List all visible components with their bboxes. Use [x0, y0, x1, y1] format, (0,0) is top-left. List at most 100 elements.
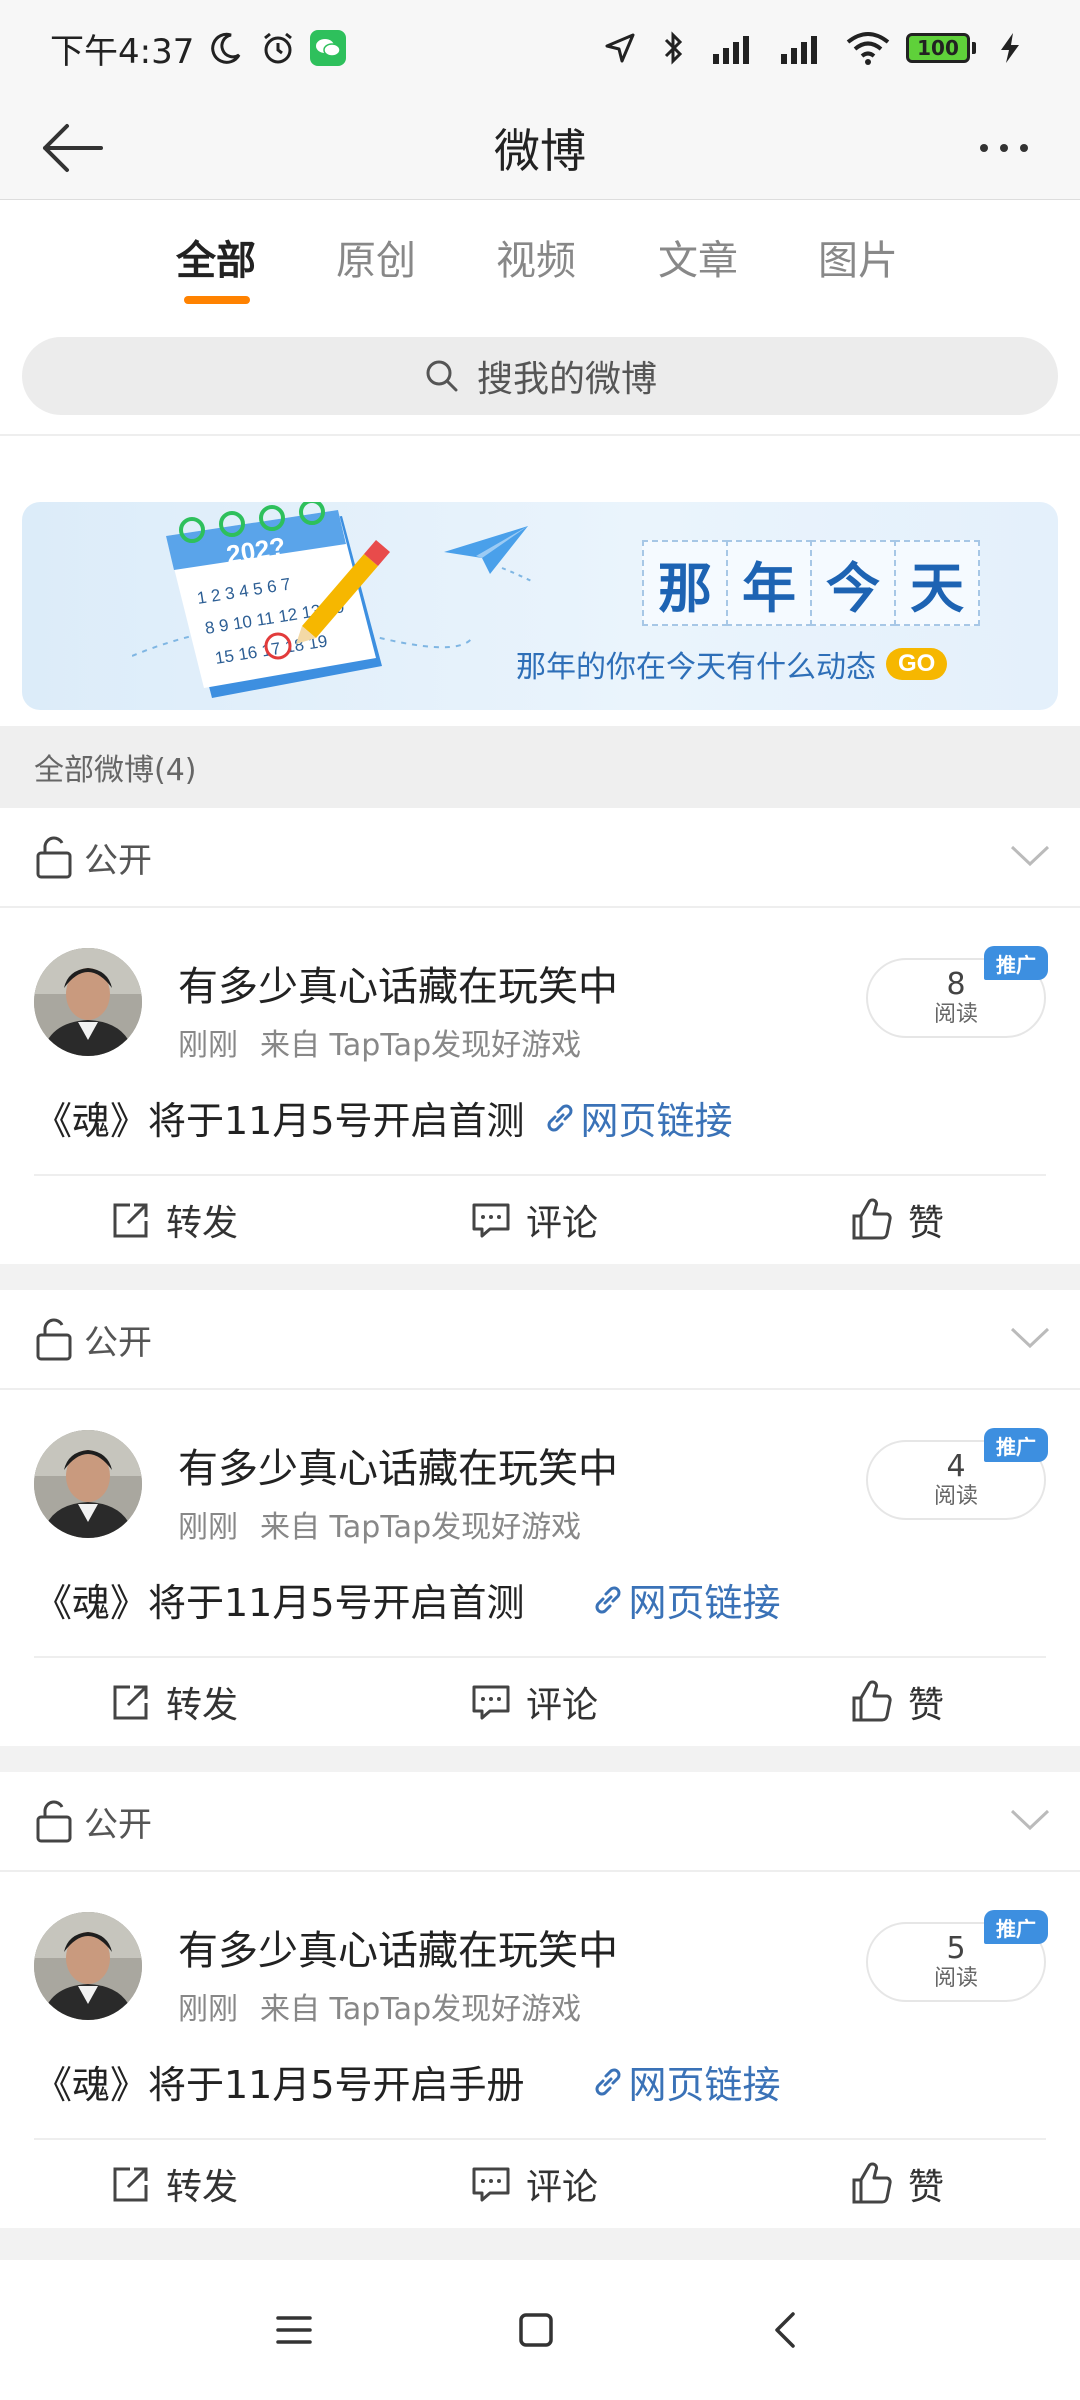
paper-plane-icon: [444, 526, 532, 582]
post-meta: 刚刚 来自 TapTap发现好游戏: [178, 1992, 582, 2027]
location-icon: [600, 28, 640, 68]
banner-subtitle: 那年的你在今天有什么动态 GO: [516, 642, 948, 686]
visibility-label: 公开: [84, 840, 152, 881]
status-bar: 下午4:37 100: [0, 0, 1080, 96]
web-link[interactable]: 网页链接: [543, 1090, 733, 1145]
tab-photo[interactable]: 图片: [818, 228, 898, 286]
battery-icon: 100: [906, 33, 976, 63]
search-input[interactable]: 搜我的微博: [22, 337, 1058, 415]
app-header: 微博: [0, 96, 1080, 200]
visibility-label: 公开: [84, 1322, 152, 1363]
visibility-row[interactable]: 公开: [0, 1772, 1080, 1872]
visibility-row[interactable]: 公开: [0, 1290, 1080, 1390]
signal-icon: [708, 28, 762, 68]
avatar[interactable]: [34, 1430, 142, 1538]
link-icon: [547, 1104, 573, 1131]
post-content: 《魂》将于11月5号开启首测 网页链接: [34, 1572, 781, 1627]
signal-icon: [776, 28, 830, 68]
page-title: 微博: [494, 123, 586, 178]
post-username[interactable]: 有多少真心话藏在玩笑中: [178, 1436, 618, 1494]
promote-badge[interactable]: 推广: [984, 1910, 1048, 1944]
home-button[interactable]: [506, 2300, 566, 2360]
post-content: 《魂》将于11月5号开启手册 网页链接: [34, 2054, 781, 2109]
more-button[interactable]: [964, 118, 1044, 178]
back-nav-button[interactable]: [756, 2300, 816, 2360]
post-card: 公开 有多少真心话藏在玩笑中 刚刚 来自 TapTap发现好游戏 4 阅读 推广 …: [0, 1290, 1080, 1746]
post-card: 公开 有多少真心话藏在玩笑中 刚刚 来自 TapTap发现好游戏 8 阅读 推广 …: [0, 808, 1080, 1264]
repost-button[interactable]: 转发: [110, 1676, 238, 1728]
system-nav-bar: [0, 2260, 1080, 2400]
post-actions: 转发 评论 赞: [34, 2138, 1046, 2228]
lock-icon: [36, 1318, 72, 1361]
post-username[interactable]: 有多少真心话藏在玩笑中: [178, 1918, 618, 1976]
search-section: 搜我的微博: [0, 310, 1080, 436]
tab-article[interactable]: 文章: [658, 228, 738, 286]
back-arrow-icon: [43, 124, 103, 172]
comment-button[interactable]: 评论: [470, 1676, 598, 1728]
like-icon: [852, 1680, 892, 1722]
on-this-day-banner[interactable]: 202? 1 2 3 4 5 6 7 8 9 10 11 12 13 20 15…: [22, 502, 1058, 710]
menu-icon: [276, 2316, 312, 2344]
post-actions: 转发 评论 赞: [34, 1656, 1046, 1746]
repost-icon: [113, 1203, 148, 1238]
search-placeholder: 搜我的微博: [476, 359, 657, 400]
comment-icon: [472, 1203, 510, 1238]
back-icon: [775, 2312, 795, 2348]
web-link[interactable]: 网页链接: [591, 2054, 781, 2109]
chevron-down-icon[interactable]: [1010, 1808, 1050, 1832]
avatar[interactable]: [34, 1912, 142, 2020]
like-button[interactable]: 赞: [850, 1676, 944, 1728]
lock-icon: [36, 1800, 72, 1843]
status-time: 下午4:37: [50, 31, 195, 72]
tab-original[interactable]: 原创: [336, 228, 416, 286]
like-icon: [852, 1198, 892, 1240]
more-icon: [980, 144, 988, 152]
promote-badge[interactable]: 推广: [984, 1428, 1048, 1462]
home-icon: [519, 2313, 553, 2347]
visibility-label: 公开: [84, 1804, 152, 1845]
moon-icon: [206, 28, 246, 68]
chevron-down-icon[interactable]: [1010, 844, 1050, 868]
repost-button[interactable]: 转发: [110, 1194, 238, 1246]
alarm-icon: [258, 28, 298, 68]
like-icon: [852, 2162, 892, 2204]
promote-badge[interactable]: 推广: [984, 946, 1048, 980]
wifi-icon: [844, 28, 892, 68]
post-card: 公开 有多少真心话藏在玩笑中 刚刚 来自 TapTap发现好游戏 5 阅读 推广 …: [0, 1772, 1080, 2228]
comment-button[interactable]: 评论: [470, 1194, 598, 1246]
wechat-icon: [310, 30, 347, 66]
search-icon: [426, 360, 458, 392]
calendar-illustration: 202? 1 2 3 4 5 6 7 8 9 10 11 12 13 20 15…: [132, 502, 472, 698]
go-badge[interactable]: GO: [886, 648, 948, 680]
tab-all[interactable]: 全部: [176, 228, 256, 286]
web-link[interactable]: 网页链接: [591, 1572, 781, 1627]
tab-video[interactable]: 视频: [496, 228, 576, 286]
repost-button[interactable]: 转发: [110, 2158, 238, 2210]
banner-section: 202? 1 2 3 4 5 6 7 8 9 10 11 12 13 20 15…: [0, 436, 1080, 726]
comment-icon: [472, 1685, 510, 1720]
link-icon: [595, 2068, 621, 2095]
section-title: 全部微博(4): [0, 726, 1080, 808]
repost-icon: [113, 2167, 148, 2202]
post-username[interactable]: 有多少真心话藏在玩笑中: [178, 954, 618, 1012]
charging-icon: [990, 28, 1030, 68]
post-meta: 刚刚 来自 TapTap发现好游戏: [178, 1028, 582, 1063]
banner-title: 那 年 今 天: [642, 540, 980, 626]
back-button[interactable]: [36, 118, 106, 178]
like-button[interactable]: 赞: [850, 2158, 944, 2210]
repost-icon: [113, 1685, 148, 1720]
post-meta: 刚刚 来自 TapTap发现好游戏: [178, 1510, 582, 1545]
tab-bar: 全部 原创 视频 文章 图片: [0, 200, 1080, 310]
lock-icon: [36, 836, 72, 879]
menu-button[interactable]: [264, 2300, 324, 2360]
visibility-row[interactable]: 公开: [0, 808, 1080, 908]
post-actions: 转发 评论 赞: [34, 1174, 1046, 1264]
chevron-down-icon[interactable]: [1010, 1326, 1050, 1350]
comment-icon: [472, 2167, 510, 2202]
tab-indicator: [184, 296, 250, 304]
avatar[interactable]: [34, 948, 142, 1056]
comment-button[interactable]: 评论: [470, 2158, 598, 2210]
post-content: 《魂》将于11月5号开启首测 网页链接: [34, 1090, 733, 1145]
like-button[interactable]: 赞: [850, 1194, 944, 1246]
link-icon: [595, 1586, 621, 1613]
